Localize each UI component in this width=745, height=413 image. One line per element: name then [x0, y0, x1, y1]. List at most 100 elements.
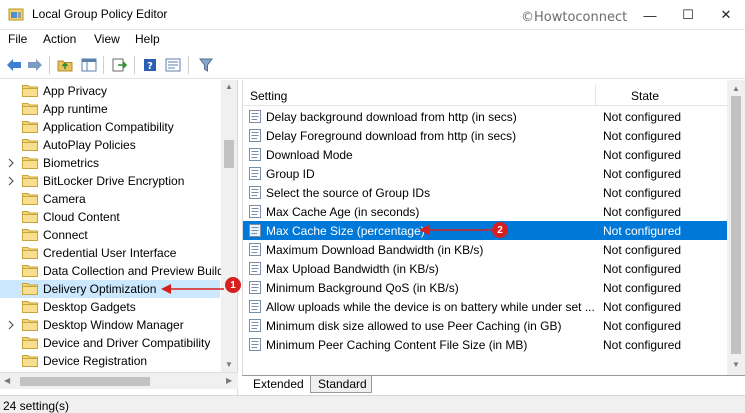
menu-view[interactable]: View [94, 32, 120, 46]
tree-item-label: BitLocker Drive Encryption [43, 174, 185, 188]
tree-item[interactable]: Device Registration [0, 352, 220, 370]
tree-item-label: App runtime [43, 102, 108, 116]
tree-hscroll-thumb[interactable] [20, 377, 150, 386]
list-scroll-thumb[interactable] [731, 96, 741, 354]
forward-arrow-icon[interactable] [25, 55, 45, 75]
folder-icon [22, 300, 38, 313]
policy-setting-icon [249, 224, 261, 237]
setting-row[interactable]: Minimum disk size allowed to use Peer Ca… [243, 316, 727, 335]
watermark: ©Howtoconnect [521, 10, 628, 25]
tree-item-label: App Privacy [43, 84, 108, 98]
tree-item-label: Desktop Gadgets [43, 300, 136, 314]
setting-row[interactable]: Max Upload Bandwidth (in KB/s) Not config… [243, 259, 727, 278]
setting-name: Maximum Download Bandwidth (in KB/s) [266, 243, 484, 257]
menu-help[interactable]: Help [135, 32, 160, 46]
policy-setting-icon [249, 167, 261, 180]
tree-item[interactable]: Camera [0, 190, 220, 208]
help-icon[interactable]: ? [140, 55, 160, 75]
tree-item[interactable]: Data Collection and Preview Builds [0, 262, 230, 280]
column-header-state[interactable]: State [631, 89, 659, 103]
folder-icon [22, 156, 38, 169]
setting-name: Max Cache Size (percentage) [266, 224, 425, 238]
back-arrow-icon[interactable] [4, 55, 24, 75]
window-title: Local Group Policy Editor [32, 7, 168, 21]
setting-row[interactable]: Allow uploads while the device is on bat… [243, 297, 727, 316]
tab-standard[interactable]: Standard [310, 376, 372, 393]
policy-tree: App Privacy App runtime Application Compat… [0, 80, 238, 395]
list-vertical-scrollbar[interactable]: ▲ ▼ [727, 80, 745, 375]
folder-icon [22, 282, 38, 295]
chevron-right-icon[interactable] [6, 319, 16, 331]
show-hide-tree-icon[interactable] [79, 55, 99, 75]
maximize-button[interactable]: ☐ [669, 0, 707, 30]
tree-item[interactable]: Desktop Gadgets [0, 298, 220, 316]
tree-scroll-thumb[interactable] [224, 140, 234, 168]
setting-state: Not configured [603, 224, 682, 238]
setting-row[interactable]: Delay Foreground download from http (in … [243, 126, 727, 145]
tree-item-label: Connect [43, 228, 88, 242]
folder-icon [22, 318, 38, 331]
setting-state: Not configured [603, 148, 682, 162]
setting-state: Not configured [603, 319, 682, 333]
folder-icon [22, 210, 38, 223]
setting-state: Not configured [603, 110, 682, 124]
tree-vertical-scrollbar[interactable]: ▲ ▼ [221, 80, 237, 372]
tree-item[interactable]: App runtime [0, 100, 220, 118]
setting-name: Select the source of Group IDs [266, 186, 431, 200]
tree-item[interactable]: Cloud Content [0, 208, 220, 226]
close-button[interactable]: ✕ [707, 0, 745, 30]
tree-item[interactable]: App Privacy [0, 82, 220, 100]
tree-item[interactable]: Credential User Interface [0, 244, 220, 262]
policy-setting-icon [249, 262, 261, 275]
chevron-right-icon[interactable] [6, 175, 16, 187]
tree-item[interactable]: Connect [0, 226, 220, 244]
folder-icon [22, 336, 38, 349]
tree-item[interactable]: Biometrics [0, 154, 220, 172]
folder-icon [22, 102, 38, 115]
tree-item[interactable]: Desktop Window Manager [0, 316, 220, 334]
setting-row[interactable]: Max Cache Age (in seconds) Not configured [243, 202, 727, 221]
setting-state: Not configured [603, 129, 682, 143]
tree-item[interactable]: Application Compatibility [0, 118, 220, 136]
setting-state: Not configured [603, 281, 682, 295]
filter-icon[interactable] [196, 55, 216, 75]
tree-item[interactable]: AutoPlay Policies [0, 136, 220, 154]
setting-row[interactable]: Group ID Not configured [243, 164, 727, 183]
tree-horizontal-scrollbar[interactable]: ◀ ▶ [0, 372, 238, 389]
minimize-button[interactable]: — [631, 0, 669, 30]
menu-file[interactable]: File [8, 32, 27, 46]
column-header-setting[interactable]: Setting [250, 89, 287, 103]
tree-item[interactable]: BitLocker Drive Encryption [0, 172, 220, 190]
setting-row[interactable]: Download Mode Not configured [243, 145, 727, 164]
title-bar: Local Group Policy Editor ©Howtoconnect … [0, 0, 745, 30]
folder-icon [22, 264, 38, 277]
tree-item-label: Device and Driver Compatibility [43, 336, 211, 350]
setting-state: Not configured [603, 243, 682, 257]
menu-action[interactable]: Action [43, 32, 76, 46]
policy-setting-icon [249, 186, 261, 199]
folder-icon [22, 138, 38, 151]
tree-item[interactable]: Device and Driver Compatibility [0, 334, 220, 352]
properties-icon[interactable] [163, 55, 183, 75]
setting-row[interactable]: Select the source of Group IDs Not config… [243, 183, 727, 202]
setting-row[interactable]: Minimum Peer Caching Content File Size (… [243, 335, 727, 354]
annotation-arrow-1 [161, 284, 224, 294]
policy-setting-icon [249, 205, 261, 218]
tree-item-label: Data Collection and Preview Builds [43, 264, 230, 278]
status-text: 24 setting(s) [3, 399, 70, 413]
group-policy-app-icon [8, 7, 24, 22]
policy-setting-icon [249, 338, 261, 351]
up-folder-icon[interactable] [55, 55, 75, 75]
chevron-right-icon[interactable] [6, 157, 16, 169]
tree-item-label: Desktop Window Manager [43, 318, 184, 332]
tree-item-label: Biometrics [43, 156, 100, 170]
policy-setting-icon [249, 129, 261, 142]
tab-extended[interactable]: Extended [246, 376, 308, 393]
export-list-icon[interactable] [109, 55, 129, 75]
setting-row[interactable]: Maximum Download Bandwidth (in KB/s) Not … [243, 240, 727, 259]
setting-name: Delay Foreground download from http (in … [266, 129, 517, 143]
setting-row[interactable]: Minimum Background QoS (in KB/s) Not conf… [243, 278, 727, 297]
setting-row[interactable]: Delay background download from http (in … [243, 107, 727, 126]
status-bar: 24 setting(s) [0, 395, 745, 413]
folder-icon [22, 120, 38, 133]
